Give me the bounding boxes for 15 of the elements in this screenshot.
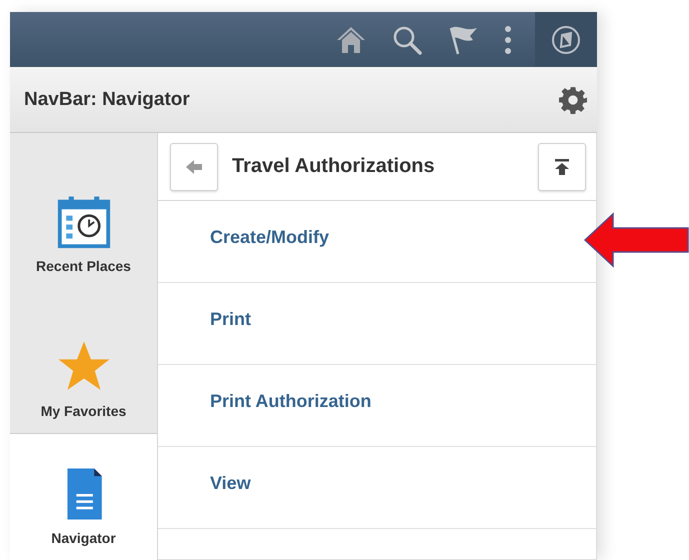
navbar-title: NavBar: Navigator (24, 88, 190, 110)
sidebar-item[interactable]: Recent Places (10, 133, 157, 288)
settings-icon[interactable] (559, 86, 587, 114)
menu-item[interactable]: Print Authorization (158, 365, 596, 447)
back-button[interactable] (170, 142, 218, 190)
more-icon[interactable] (503, 24, 513, 56)
calendar-clock-icon (56, 194, 112, 250)
collapse-icon (552, 156, 572, 176)
sidebar-item[interactable]: My Favorites (10, 288, 157, 434)
menu-item[interactable]: View (158, 447, 596, 529)
compass-icon[interactable] (550, 24, 582, 56)
panel-title: Travel Authorizations (232, 155, 435, 178)
collapse-button[interactable] (538, 142, 586, 190)
sidebar-item[interactable]: Navigator (10, 434, 157, 560)
menu-item[interactable]: Print (158, 283, 596, 365)
